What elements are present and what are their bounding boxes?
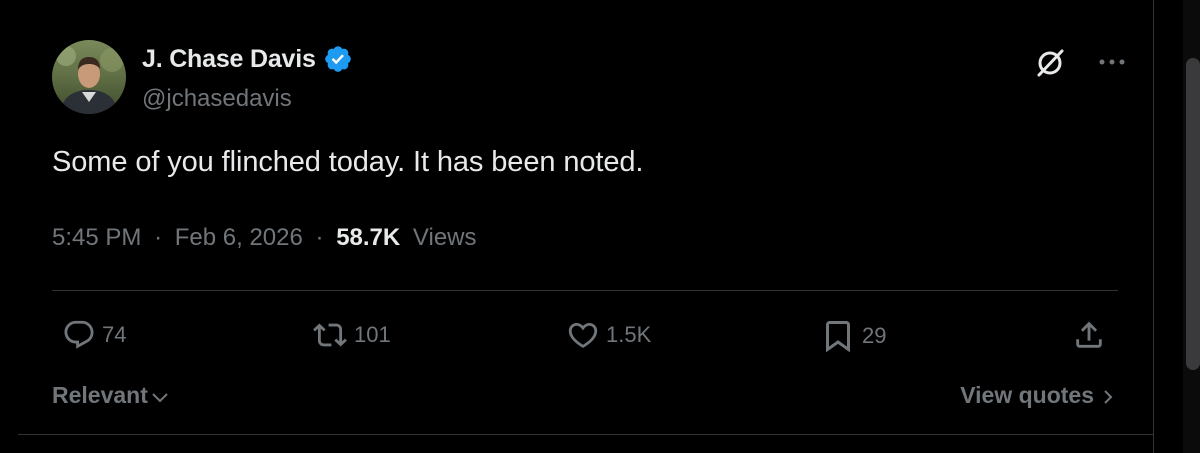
repost-icon xyxy=(313,323,347,347)
reply-icon xyxy=(64,320,94,349)
views-label: Views xyxy=(412,224,477,251)
verified-badge-icon[interactable] xyxy=(323,44,353,74)
author-handle[interactable]: @jchasedavis xyxy=(142,85,292,113)
avatar-photo xyxy=(52,40,126,114)
avatar[interactable] xyxy=(52,40,126,114)
tweet-time[interactable]: 5:45 PM xyxy=(52,224,141,251)
column-border xyxy=(1153,0,1154,453)
bookmark-button[interactable]: 29 xyxy=(820,318,886,354)
bookmark-icon xyxy=(826,321,850,353)
grok-button[interactable] xyxy=(1030,42,1070,82)
view-quotes-link[interactable]: View quotes xyxy=(960,382,1116,409)
repost-count: 101 xyxy=(354,322,391,347)
reply-count: 74 xyxy=(102,322,127,347)
tweet-meta: 5:45 PM · Feb 6, 2026 · 58.7K Views xyxy=(52,224,477,252)
sort-dropdown[interactable]: Relevant xyxy=(52,382,170,409)
author-name-row[interactable]: J. Chase Davis xyxy=(142,44,353,74)
view-quotes-label: View quotes xyxy=(960,382,1094,408)
like-button[interactable]: 1.5K xyxy=(566,318,651,352)
tweet-date[interactable]: Feb 6, 2026 xyxy=(175,224,303,251)
reply-button[interactable]: 74 xyxy=(62,318,126,352)
heart-icon xyxy=(568,322,598,348)
meta-separator: · xyxy=(315,224,324,251)
chevron-right-icon xyxy=(1104,390,1113,404)
more-options-button[interactable] xyxy=(1092,42,1132,82)
divider xyxy=(52,290,1118,291)
tweet-bottom-border xyxy=(18,434,1154,435)
tweet-detail-screenshot: J. Chase Davis @jchasedavis Some of you … xyxy=(0,0,1200,453)
repost-button[interactable]: 101 xyxy=(312,318,391,352)
share-button[interactable] xyxy=(1072,318,1106,352)
grok-icon xyxy=(1037,49,1064,77)
bookmark-count: 29 xyxy=(862,323,887,348)
more-horizontal-icon xyxy=(1099,59,1125,65)
sort-label: Relevant xyxy=(52,382,148,408)
author-name[interactable]: J. Chase Davis xyxy=(142,45,316,74)
meta-separator: · xyxy=(154,224,163,251)
like-count: 1.5K xyxy=(606,322,652,347)
views-count[interactable]: 58.7K xyxy=(336,224,400,251)
tweet-text: Some of you flinched today. It has been … xyxy=(52,146,644,178)
chevron-down-icon xyxy=(152,392,168,402)
scrollbar-thumb[interactable] xyxy=(1186,58,1200,370)
top-actions xyxy=(1030,42,1132,82)
share-icon xyxy=(1076,321,1102,348)
